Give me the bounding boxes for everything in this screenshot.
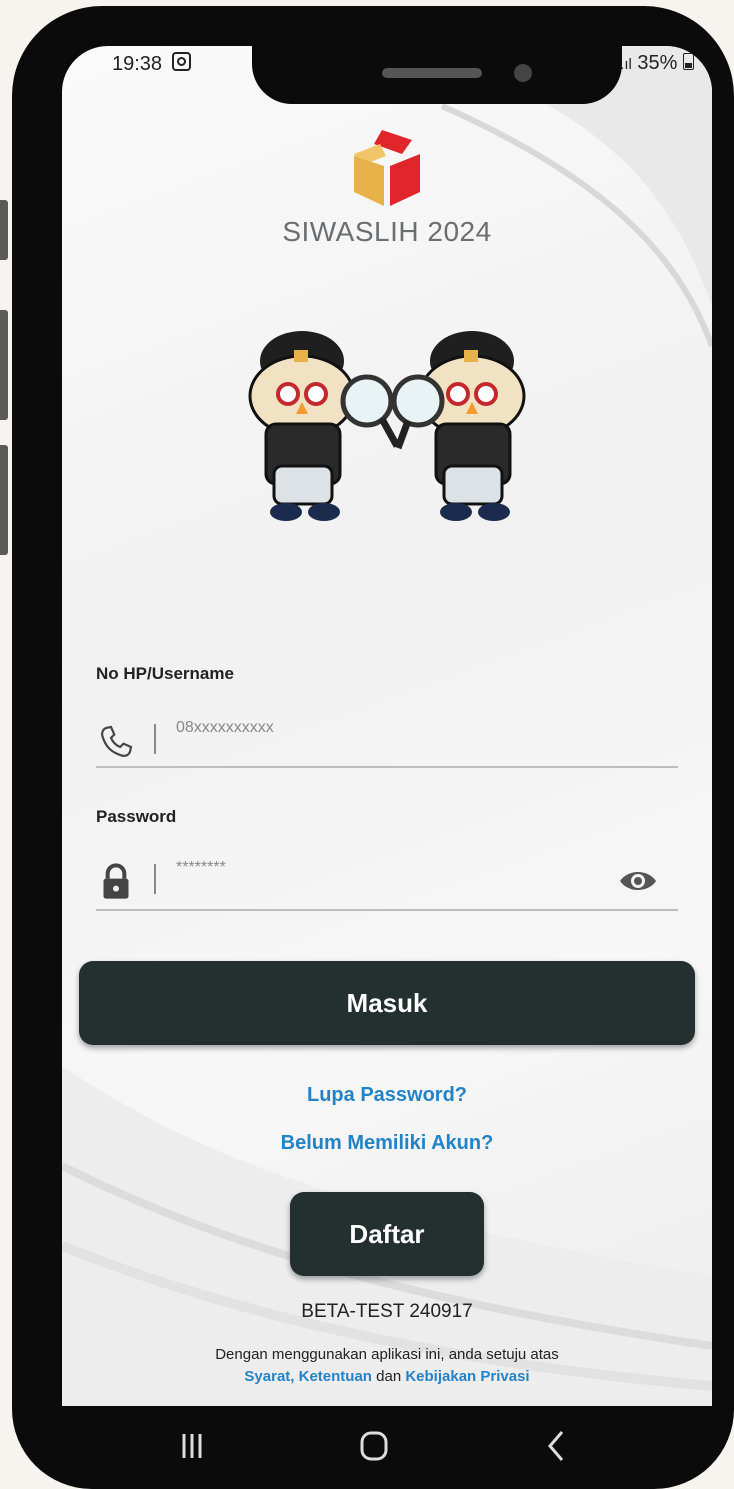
eye-icon[interactable] xyxy=(618,866,658,896)
speaker-grille xyxy=(382,68,482,78)
volume-down-button xyxy=(0,310,8,420)
terms-notice: Dengan menggunakan aplikasi ini, anda se… xyxy=(62,1344,712,1388)
username-divider xyxy=(154,724,156,754)
lock-icon xyxy=(103,863,129,899)
terms-links-row: Syarat, Ketentuan dan Kebijakan Privasi xyxy=(62,1366,712,1388)
password-field[interactable] xyxy=(96,852,678,916)
back-icon[interactable] xyxy=(534,1424,578,1468)
battery-icon xyxy=(683,53,694,70)
login-button[interactable]: Masuk xyxy=(79,961,695,1045)
app-screen: 19:38 .ıl 35% SIWASLIH 2024 No HP/Userna… xyxy=(62,46,712,1406)
forgot-password-link[interactable]: Lupa Password? xyxy=(62,1084,712,1107)
phone-frame: 19:38 .ıl 35% SIWASLIH 2024 No HP/Userna… xyxy=(12,6,734,1489)
battery-text: 35% xyxy=(637,52,678,74)
clock-text: 19:38 xyxy=(112,53,163,75)
recent-apps-icon[interactable] xyxy=(170,1424,214,1468)
no-account-link[interactable]: Belum Memiliki Akun? xyxy=(62,1132,712,1155)
front-camera xyxy=(514,64,532,82)
camera-notch xyxy=(252,46,622,104)
username-underline xyxy=(96,766,678,768)
username-label: No HP/Username xyxy=(96,664,234,683)
terms-and: dan xyxy=(376,1368,402,1385)
password-input[interactable] xyxy=(174,852,618,884)
home-icon[interactable] xyxy=(352,1424,396,1468)
status-time: 19:38 xyxy=(112,52,191,76)
bawaslu-logo xyxy=(354,130,420,206)
terms-link[interactable]: Syarat, Ketentuan xyxy=(244,1368,372,1385)
phone-icon xyxy=(101,725,133,757)
register-button[interactable]: Daftar xyxy=(290,1192,484,1276)
instagram-icon xyxy=(171,52,191,71)
status-right: .ıl 35% xyxy=(620,52,694,75)
privacy-link[interactable]: Kebijakan Privasi xyxy=(405,1368,529,1385)
power-button xyxy=(0,445,8,555)
username-input[interactable] xyxy=(174,712,618,744)
password-divider xyxy=(154,864,156,894)
system-navigation-bar xyxy=(50,1406,700,1486)
password-label: Password xyxy=(96,807,177,826)
password-underline xyxy=(96,909,678,911)
version-label: BETA-TEST 240917 xyxy=(301,1301,473,1322)
volume-up-button xyxy=(0,200,8,260)
terms-prefix: Dengan menggunakan aplikasi ini, anda se… xyxy=(215,1346,559,1363)
left-owl-mascot xyxy=(248,331,401,521)
owl-mascots-illustration xyxy=(248,331,526,521)
app-title: SIWASLIH 2024 xyxy=(282,216,492,247)
right-owl-mascot xyxy=(391,331,526,521)
